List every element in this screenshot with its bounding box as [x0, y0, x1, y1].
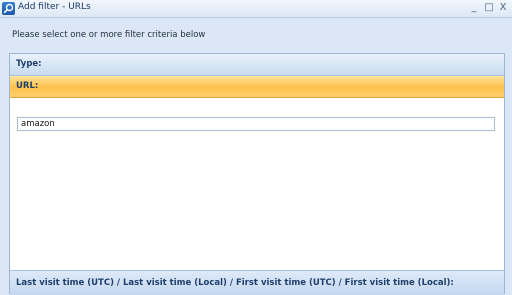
maximize-button[interactable]: □ — [482, 1, 496, 15]
url-filter-input[interactable] — [17, 117, 495, 131]
add-filter-dialog: Add filter - URLs _ □ X Please select on… — [0, 0, 512, 295]
filter-criteria-panel: Type: URL: Last visit time (UTC) / Last … — [9, 53, 505, 295]
visit-time-section-header[interactable]: Last visit time (UTC) / Last visit time … — [10, 270, 504, 295]
type-section-label: Type: — [16, 59, 42, 69]
window-title: Add filter - URLs — [18, 2, 91, 12]
minimize-button[interactable]: _ — [467, 1, 481, 15]
url-section-label: URL: — [16, 81, 39, 91]
visit-time-section-label: Last visit time (UTC) / Last visit time … — [16, 278, 454, 288]
instructions-text: Please select one or more filter criteri… — [12, 30, 206, 40]
search-icon — [2, 2, 15, 15]
title-bar: Add filter - URLs _ □ X — [0, 0, 512, 18]
type-section-header[interactable]: Type: — [10, 54, 504, 76]
url-section-header[interactable]: URL: — [10, 76, 504, 98]
close-button[interactable]: X — [496, 1, 510, 15]
